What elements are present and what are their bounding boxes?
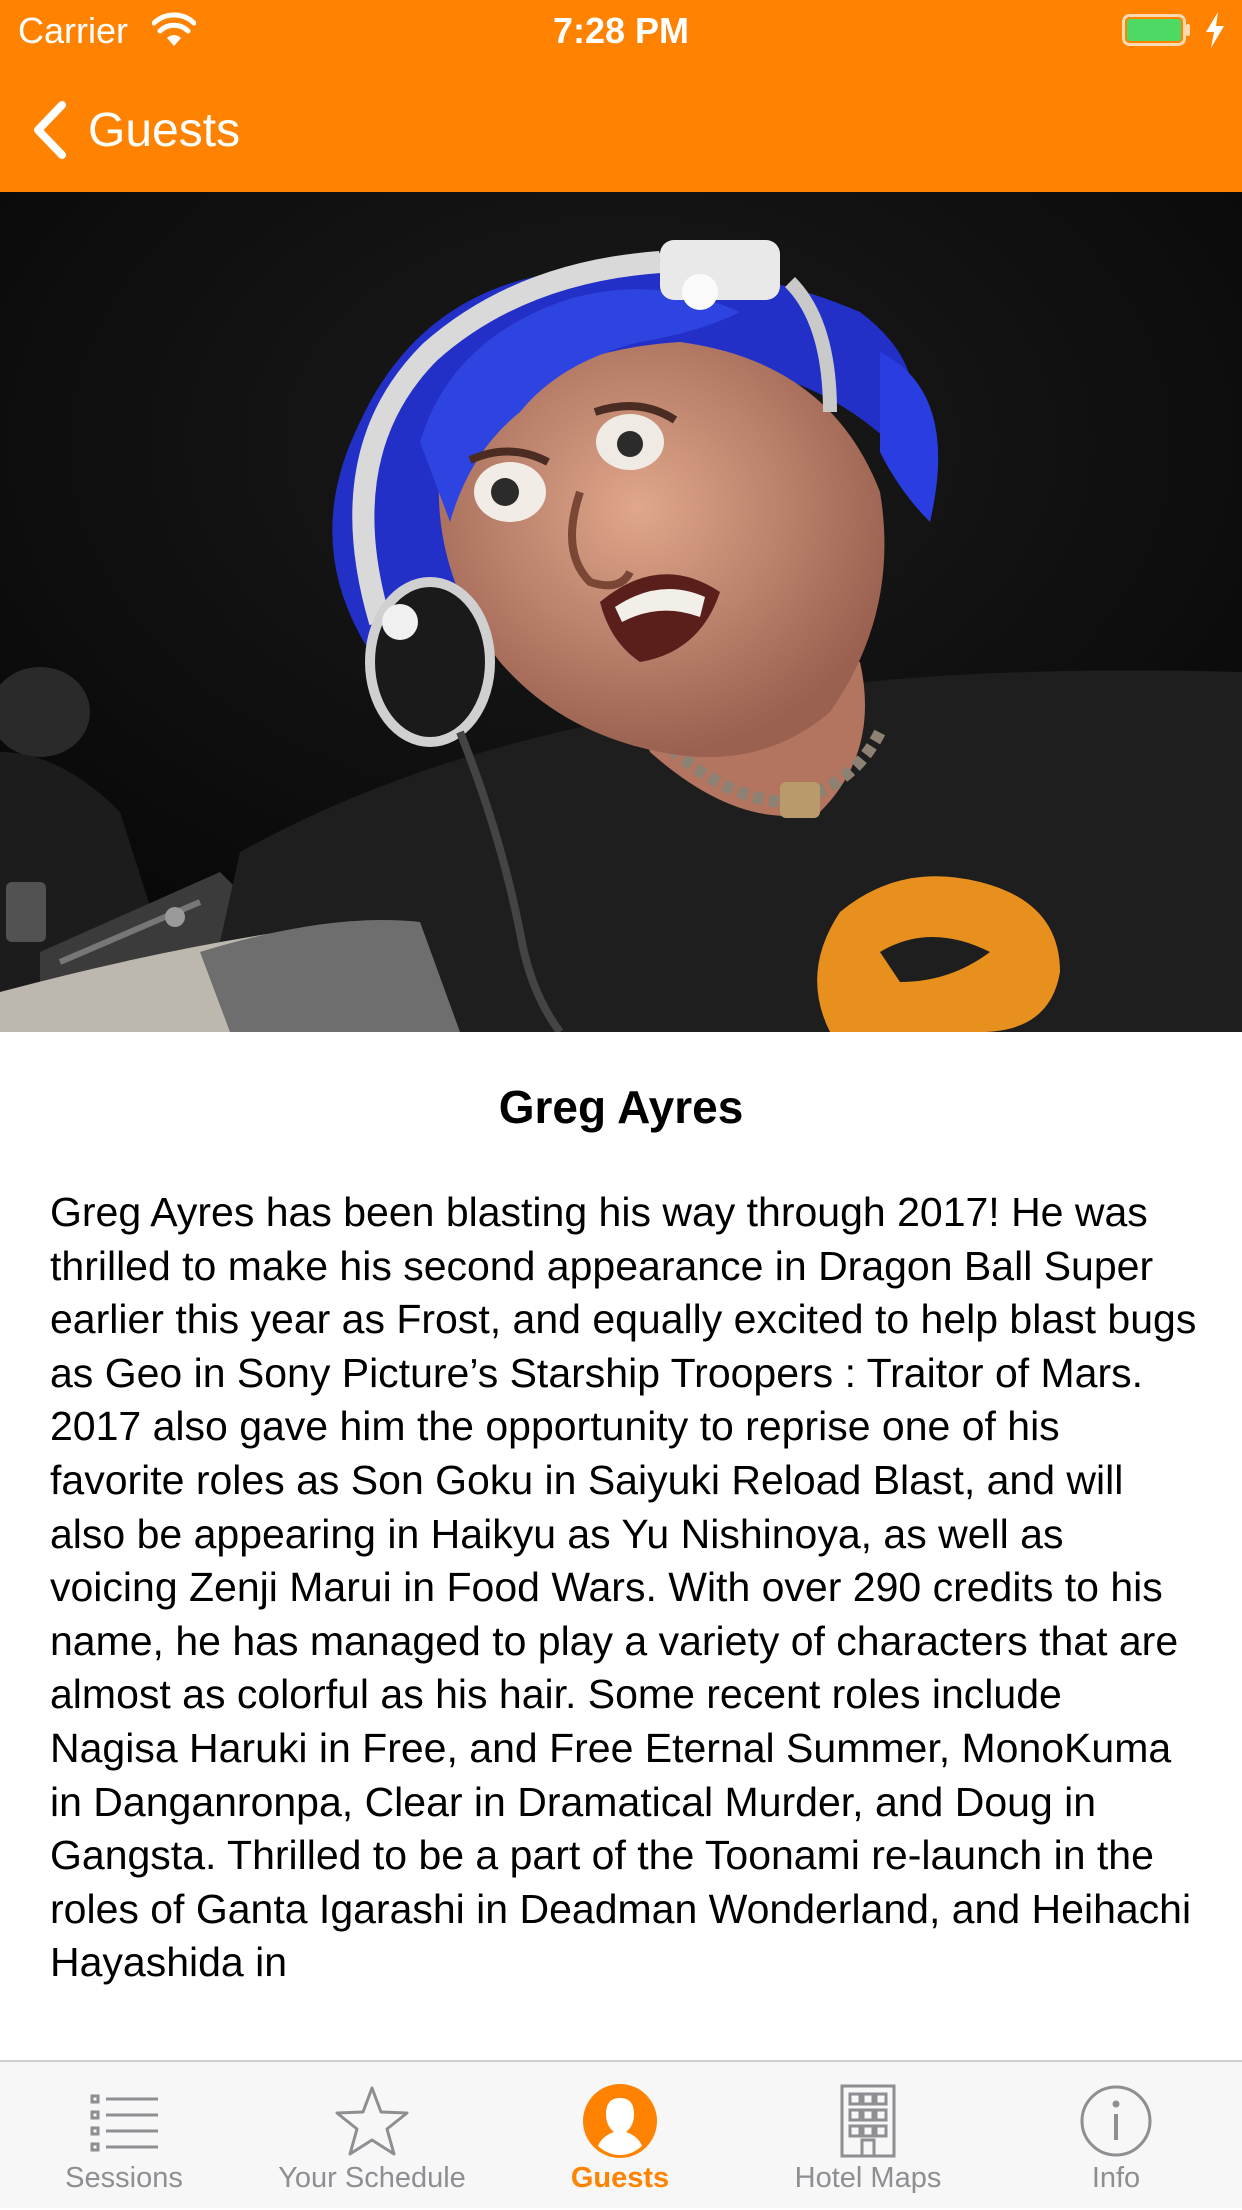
- status-bar: Carrier 7:28 PM: [0, 0, 1242, 62]
- back-button[interactable]: Guests: [30, 88, 240, 172]
- tab-info[interactable]: Info: [992, 2062, 1240, 2210]
- tab-label: Guests: [570, 2162, 670, 2194]
- status-time: 7:28 PM: [552, 10, 690, 51]
- battery-icon: [1122, 14, 1190, 46]
- back-label: Guests: [88, 103, 241, 157]
- header: Carrier 7:28 PM Guests: [0, 0, 1242, 192]
- tab-label: Hotel Maps: [794, 2162, 942, 2194]
- person-icon: [583, 2084, 657, 2158]
- guest-bio: Greg Ayres has been blasting his way thr…: [50, 1189, 1197, 1986]
- tab-label: Your Schedule: [278, 2162, 466, 2194]
- chevron-left-icon: [34, 101, 66, 159]
- star-icon: [335, 2086, 409, 2156]
- tab-sessions[interactable]: Sessions: [0, 2062, 248, 2210]
- tab-bar: Sessions Your Schedule Guests Hotel Maps: [0, 2060, 1242, 2208]
- tab-guests[interactable]: Guests: [496, 2062, 744, 2210]
- charging-bolt-icon: [1206, 12, 1224, 48]
- tab-hotel-maps[interactable]: Hotel Maps: [744, 2062, 992, 2210]
- guest-portrait-image: [0, 192, 1242, 1032]
- info-icon: [1080, 2085, 1152, 2157]
- list-icon: [90, 2094, 158, 2152]
- tab-label: Info: [1091, 2162, 1141, 2194]
- navigation-bar: Guests: [0, 80, 1242, 180]
- tab-your-schedule[interactable]: Your Schedule: [248, 2062, 496, 2210]
- building-icon: [840, 2084, 896, 2158]
- guest-name: Greg Ayres: [498, 1081, 744, 1133]
- tab-label: Sessions: [65, 2162, 183, 2194]
- guest-photo: [0, 192, 1242, 1032]
- bio-fade: [0, 2040, 1242, 2060]
